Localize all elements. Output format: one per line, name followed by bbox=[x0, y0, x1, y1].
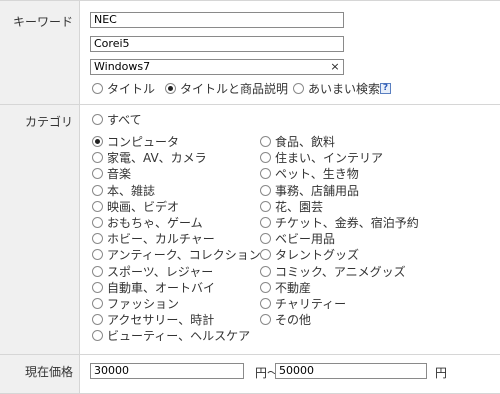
category-radio[interactable] bbox=[260, 168, 271, 180]
category-option-label: ペット、生き物 bbox=[275, 167, 359, 182]
search-form: キーワード NEC Corei5 Windows7 × タイトル タイトルと商品… bbox=[0, 0, 500, 394]
keyword-input-1[interactable]: NEC bbox=[90, 12, 344, 28]
category-option-label: 映画、ビデオ bbox=[107, 199, 180, 214]
scope-radio-title[interactable] bbox=[92, 83, 103, 94]
scope-radio-fuzzy[interactable] bbox=[293, 83, 304, 94]
price-min-input[interactable]: 30000 bbox=[90, 363, 244, 379]
category-label-cell: カテゴリ bbox=[0, 105, 80, 354]
category-option-label: コンピュータ bbox=[107, 135, 180, 149]
keyword-row: キーワード NEC Corei5 Windows7 × タイトル タイトルと商品… bbox=[0, 0, 500, 104]
category-radio[interactable] bbox=[92, 265, 103, 277]
category-option-label: アクセサリー、時計 bbox=[107, 313, 215, 328]
price-max-input[interactable]: 50000 bbox=[275, 363, 427, 379]
category-radio[interactable] bbox=[260, 249, 271, 261]
category-option-label: 食品、飲料 bbox=[275, 135, 336, 149]
category-radio[interactable] bbox=[92, 217, 103, 228]
price-content: 30000 円〜 50000 円 bbox=[80, 355, 500, 393]
keyword-input-3[interactable]: Windows7 × bbox=[90, 59, 344, 75]
category-option-label: 本、雑誌 bbox=[107, 183, 156, 198]
category-option-label: 家電、AV、カメラ bbox=[107, 151, 207, 166]
category-radio[interactable] bbox=[260, 298, 271, 309]
category-content: すべて コンピュータ家電、AV、カメラ 音楽 本、雑誌 映画、ビデオおもちゃ、ゲームホ… bbox=[80, 105, 500, 354]
category-option-label: チケット、金券、宿泊予約 bbox=[275, 216, 419, 230]
category-radio[interactable] bbox=[92, 200, 103, 212]
category-option-label: 音楽 bbox=[107, 167, 132, 182]
category-option-label: チャリティー bbox=[275, 297, 347, 311]
category-radio[interactable] bbox=[92, 233, 103, 245]
category-option-label: 不動産 bbox=[275, 280, 312, 295]
scope-label-fuzzy: あいまい検索 bbox=[308, 82, 381, 96]
category-option-label: ホビー、カルチャー bbox=[107, 232, 215, 247]
keyword-input-2[interactable]: Corei5 bbox=[90, 36, 344, 52]
category-radio[interactable] bbox=[260, 233, 271, 245]
price-label: 現在価格 bbox=[24, 365, 73, 379]
keyword-content: NEC Corei5 Windows7 × タイトル タイトルと商品説明 あいま… bbox=[80, 1, 500, 104]
category-radio[interactable] bbox=[260, 281, 271, 293]
scope-radio-title-description[interactable] bbox=[165, 83, 176, 94]
price-row: 現在価格 30000 円〜 50000 円 bbox=[0, 354, 500, 394]
category-option-label: 事務、店舗用品 bbox=[275, 183, 360, 198]
category-radio[interactable] bbox=[92, 168, 103, 180]
category-option-label: コミック、アニメグッズ bbox=[275, 264, 406, 279]
category-option-label: 自動車、オートバイ bbox=[107, 280, 216, 295]
category-radio[interactable] bbox=[92, 330, 103, 342]
category-radio[interactable] bbox=[260, 184, 271, 196]
category-radio[interactable] bbox=[92, 136, 103, 147]
category-radio[interactable] bbox=[260, 152, 271, 164]
scope-label-title: タイトル bbox=[107, 82, 156, 96]
keyword-input-3-value: Windows7 bbox=[94, 60, 151, 73]
category-label-all: すべて bbox=[107, 113, 142, 127]
category-option-label: 花、園芸 bbox=[275, 199, 324, 214]
category-radio[interactable] bbox=[92, 298, 103, 309]
category-option-label: ファッション bbox=[107, 297, 180, 311]
category-radio[interactable] bbox=[92, 184, 103, 196]
keyword-label: キーワード bbox=[12, 15, 73, 29]
category-option-label: おもちゃ、ゲーム bbox=[107, 216, 203, 230]
clear-icon[interactable]: × bbox=[329, 60, 341, 74]
category-option-label: ビューティー、ヘルスケア bbox=[107, 329, 251, 344]
help-icon[interactable]: ? bbox=[380, 83, 391, 94]
category-radio[interactable] bbox=[260, 314, 271, 326]
category-option-label: スポーツ、レジャー bbox=[107, 264, 214, 279]
price-label-cell: 現在価格 bbox=[0, 355, 80, 393]
category-radio[interactable] bbox=[260, 265, 271, 277]
category-radio[interactable] bbox=[92, 152, 103, 164]
category-radio[interactable] bbox=[92, 314, 103, 326]
category-radio[interactable] bbox=[260, 217, 271, 228]
category-radio[interactable] bbox=[92, 281, 103, 293]
category-label: カテゴリ bbox=[24, 115, 73, 129]
category-option-label: ベビー用品 bbox=[275, 232, 336, 247]
price-unit: 円 bbox=[435, 366, 448, 380]
category-radio-all[interactable] bbox=[92, 114, 103, 125]
category-option-label: アンティーク、コレクション bbox=[107, 248, 261, 263]
category-option-label: タレントグッズ bbox=[275, 248, 360, 263]
category-radio[interactable] bbox=[260, 136, 271, 147]
category-option-label: 住まい、インテリア bbox=[275, 151, 384, 166]
category-radio[interactable] bbox=[260, 200, 271, 212]
category-radio[interactable] bbox=[92, 249, 103, 261]
category-row: カテゴリ すべて コンピュータ家電、AV、カメラ 音楽 本、雑誌 映画、ビデオおもちゃ… bbox=[0, 104, 500, 354]
category-option-label: その他 bbox=[275, 313, 312, 328]
scope-label-title-description: タイトルと商品説明 bbox=[180, 82, 289, 96]
keyword-label-cell: キーワード bbox=[0, 1, 80, 104]
